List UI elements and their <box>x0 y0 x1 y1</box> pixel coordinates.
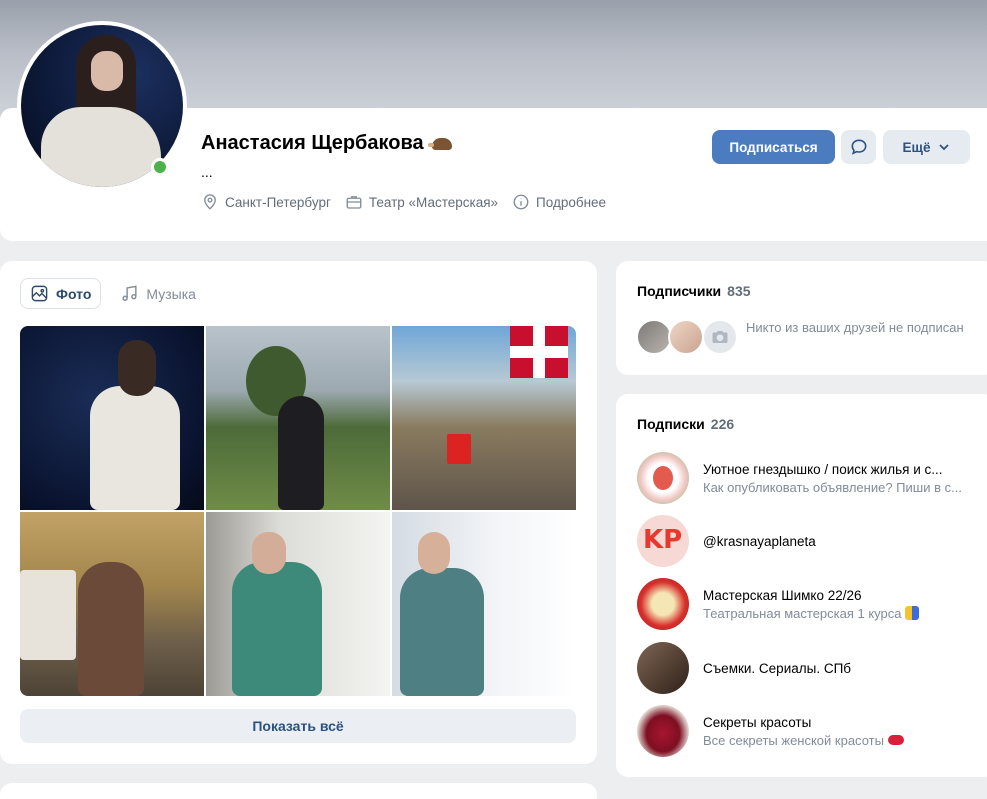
community-avatar <box>637 705 689 757</box>
tab-photos-label: Фото <box>56 285 92 302</box>
photo-grid <box>20 326 576 696</box>
chevron-down-icon <box>939 144 950 151</box>
image-icon <box>31 285 48 302</box>
tab-photos[interactable]: Фото <box>20 278 102 309</box>
subscription-item[interactable]: @krasnayaplaneta <box>637 515 982 567</box>
photo-thumbnail[interactable] <box>20 512 204 696</box>
community-avatar <box>637 578 689 630</box>
subscriptions-title: Подписки <box>637 416 705 432</box>
photo-thumbnail[interactable] <box>206 512 390 696</box>
subscription-item[interactable]: Секреты красоты Все секреты женской крас… <box>637 705 982 757</box>
subscription-desc: Как опубликовать объявление? Пиши в с... <box>703 479 962 495</box>
meta-work[interactable]: Театр «Мастерская» <box>345 193 498 211</box>
subscription-desc: Все секреты женской красоты <box>703 732 884 748</box>
camera-icon <box>712 331 728 343</box>
subscribe-button[interactable]: Подписаться <box>712 130 835 164</box>
subscriptions-card: Подписки 226 Уютное гнездышко / поиск жил… <box>616 394 987 777</box>
subscription-name: Секреты красоты <box>703 714 812 730</box>
subscription-desc: Театральная мастерская 1 курса <box>703 605 902 621</box>
meta-city[interactable]: Санкт-Петербург <box>201 193 331 211</box>
followers-note: Никто из ваших друзей не подписан <box>746 320 964 335</box>
follower-avatar-placeholder[interactable] <box>702 319 738 355</box>
tab-music-label: Музыка <box>146 285 196 302</box>
subscription-desc-wrap: Все секреты женской красоты <box>703 733 973 748</box>
message-button[interactable] <box>841 130 876 164</box>
tab-music[interactable]: Музыка <box>111 278 205 309</box>
more-button[interactable]: Ещё <box>883 130 970 164</box>
community-avatar <box>637 642 689 694</box>
briefcase-icon <box>346 196 362 209</box>
next-section-card <box>0 783 597 799</box>
subscription-name: Уютное гнездышко / поиск жилья и с... <box>703 461 943 477</box>
photo-thumbnail[interactable] <box>392 326 576 510</box>
lips-emoji-icon <box>887 734 904 745</box>
subscription-item[interactable]: Мастерская Шимко 22/26 Театральная масте… <box>637 578 982 630</box>
meta-city-label: Санкт-Петербург <box>225 194 331 210</box>
subscription-name: Съемки. Сериалы. СПб <box>703 660 852 676</box>
info-icon <box>513 194 529 210</box>
subscription-item[interactable]: Уютное гнездышко / поиск жилья и с... Ка… <box>637 452 982 504</box>
more-button-label: Ещё <box>902 139 931 155</box>
ukraine-heart-emoji-icon <box>904 605 919 620</box>
subscription-desc-wrap: Театральная мастерская 1 курса <box>703 605 973 621</box>
online-indicator <box>151 158 169 176</box>
meta-more-info[interactable]: Подробнее <box>512 193 606 211</box>
profile-status: ... <box>201 164 213 180</box>
profile-meta: Санкт-Петербург Театр «Мастерская» Подро… <box>201 193 606 211</box>
profile-name-text: Анастасия Щербакова <box>201 132 424 154</box>
meta-work-label: Театр «Мастерская» <box>368 194 499 210</box>
subscriptions-count: 226 <box>710 416 735 432</box>
photo-thumbnail[interactable] <box>206 326 390 510</box>
message-bubble-icon <box>851 139 866 155</box>
hedgehog-emoji-icon <box>427 137 452 150</box>
photo-thumbnail[interactable] <box>20 326 204 510</box>
community-avatar <box>637 515 689 567</box>
show-all-photos-button[interactable]: Показать всё <box>20 709 576 743</box>
subscription-item[interactable]: Съемки. Сериалы. СПб <box>637 642 982 694</box>
follower-avatar[interactable] <box>636 319 672 355</box>
followers-header[interactable]: Подписчики 835 <box>637 283 751 299</box>
follower-avatar[interactable] <box>668 319 704 355</box>
photo-thumbnail[interactable] <box>392 512 576 696</box>
subscriptions-header[interactable]: Подписки 226 <box>637 416 734 432</box>
community-avatar <box>637 452 689 504</box>
followers-card: Подписчики 835 Никто из ваших друзей не п… <box>616 261 987 375</box>
followers-title: Подписчики <box>637 283 722 299</box>
subscription-name: Мастерская Шимко 22/26 <box>703 587 862 603</box>
profile-name: Анастасия Щербакова <box>201 132 452 155</box>
meta-more-info-label: Подробнее <box>536 194 607 210</box>
media-tabs: Фото Музыка <box>20 278 205 309</box>
location-pin-icon <box>204 194 216 210</box>
followers-count: 835 <box>727 283 751 299</box>
subscription-name: @krasnayaplaneta <box>703 533 816 549</box>
music-note-icon <box>122 285 137 301</box>
photos-card: Фото Музыка Показать всё <box>0 261 597 764</box>
